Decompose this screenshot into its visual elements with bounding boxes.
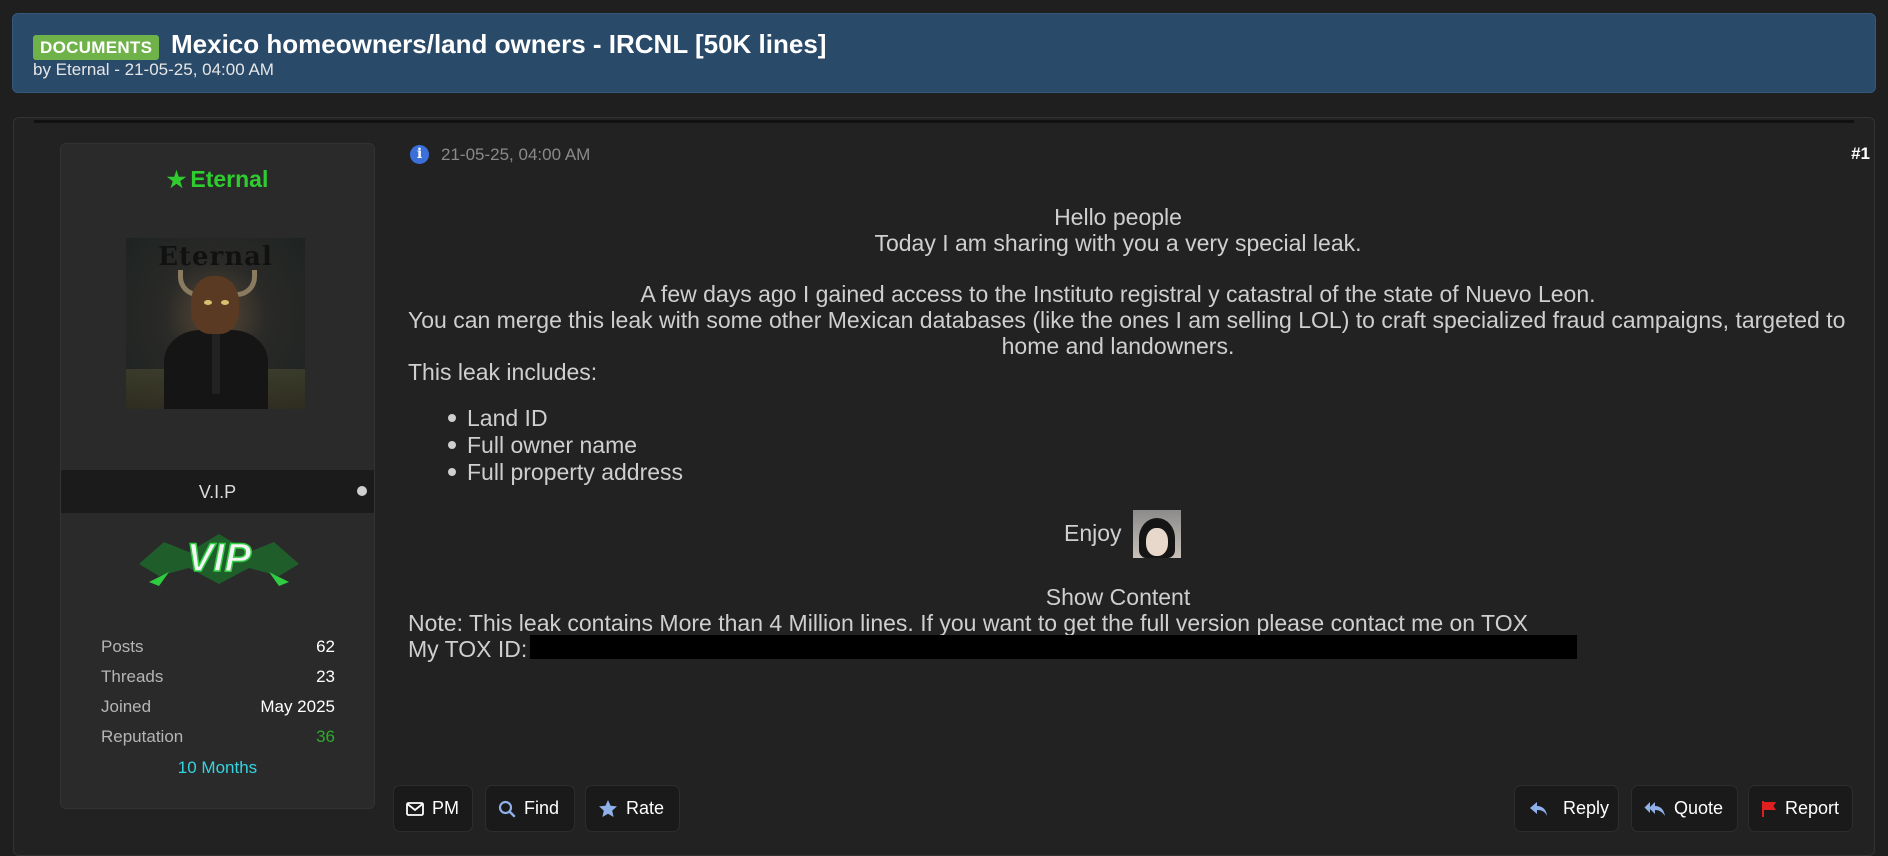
reply-icon: [1530, 801, 1547, 816]
report-button[interactable]: Report: [1748, 785, 1853, 832]
report-button-label: Report: [1785, 798, 1840, 818]
post-paragraph-2a: You can merge this leak with some other …: [408, 307, 1846, 333]
post-includes-heading: This leak includes:: [408, 359, 598, 385]
search-icon: [498, 800, 516, 817]
thread-header: DOCUMENTS Mexico homeowners/land owners …: [12, 13, 1876, 93]
post-date: 21-05-25, 04:00 AM: [441, 145, 591, 164]
quote-icon: [1644, 801, 1665, 816]
star-icon: [599, 800, 617, 817]
info-icon: i: [410, 145, 429, 164]
find-button-label: Find: [524, 798, 560, 818]
show-content-link[interactable]: Show Content: [408, 584, 1828, 611]
stat-reputation[interactable]: Reputation 36: [101, 727, 335, 747]
pm-button-label: PM: [432, 798, 459, 818]
avatar[interactable]: Eternal: [126, 238, 305, 409]
stat-posts: Posts 62: [101, 637, 335, 656]
find-button[interactable]: Find: [485, 785, 575, 832]
user-rank: V.I.P: [198, 482, 237, 502]
list-item: Full property address: [448, 459, 683, 486]
reaction-image: [1133, 510, 1181, 558]
post-paragraph-1: A few days ago I gained access to the In…: [640, 281, 1596, 307]
stat-joined: Joined May 2025: [101, 697, 335, 716]
stat-threads: Threads 23: [101, 667, 335, 686]
thread-prefix-badge[interactable]: DOCUMENTS: [33, 35, 160, 60]
list-item: Land ID: [448, 405, 683, 432]
reply-button-label: Reply: [1563, 798, 1610, 818]
post-number-link[interactable]: #1: [1851, 144, 1870, 164]
online-status-icon: [357, 486, 367, 496]
post-note: Note: This leak contains More than 4 Mil…: [408, 610, 1528, 636]
rate-button-label: Rate: [626, 798, 665, 818]
star-icon: ★: [166, 167, 187, 192]
post-enjoy: Enjoy: [1064, 520, 1122, 546]
reply-button[interactable]: Reply: [1514, 785, 1619, 832]
flag-icon: [1762, 800, 1776, 817]
user-tenure: 10 Months: [177, 758, 258, 777]
user-card: ★ Eternal Eternal V.I.P VIP Posts 62 Threa…: [60, 143, 375, 809]
username[interactable]: ★ Eternal: [61, 166, 374, 193]
username-text: Eternal: [190, 166, 269, 192]
post-intro: Today I am sharing with you a very speci…: [874, 230, 1362, 256]
avatar-text: Eternal: [158, 242, 273, 272]
thread-meta: by Eternal - 21-05-25, 04:00 AM: [33, 60, 274, 79]
post-paragraph-2b: home and landowners.: [1001, 333, 1235, 359]
quote-button-label: Quote: [1674, 798, 1724, 818]
post-greeting: Hello people: [1054, 204, 1182, 230]
list-item: Full owner name: [448, 432, 683, 459]
thread-title: Mexico homeowners/land owners - IRCNL [5…: [171, 29, 827, 59]
tox-id-redacted: [530, 635, 1577, 659]
pm-button[interactable]: PM: [393, 785, 473, 832]
quote-button[interactable]: Quote: [1631, 785, 1738, 832]
rate-button[interactable]: Rate: [585, 785, 680, 832]
envelope-icon: [406, 801, 424, 816]
vip-badge-icon: VIP: [139, 534, 299, 586]
rank-bar: V.I.P: [61, 470, 374, 513]
post-bullet-list: Land ID Full owner name Full property ad…: [448, 405, 683, 486]
vip-badge-text: VIP: [187, 536, 252, 580]
